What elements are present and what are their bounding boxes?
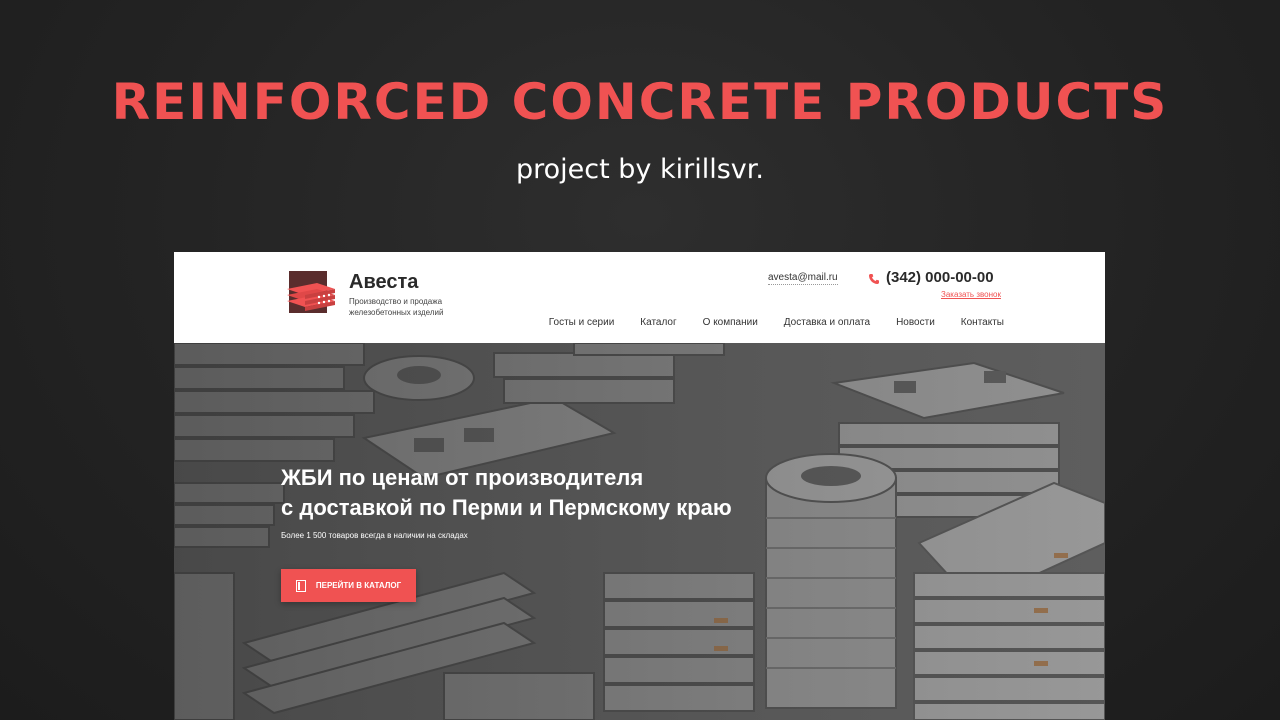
nav-item-contacts[interactable]: Контакты <box>961 317 1004 328</box>
phone-number[interactable]: (342) 000-00-00 <box>886 269 994 286</box>
logo-icon[interactable] <box>287 271 335 315</box>
hero-subtext: Более 1 500 товаров всегда в наличии на … <box>281 531 468 540</box>
logo-name[interactable]: Авеста <box>349 271 418 294</box>
nav-item-catalog[interactable]: Каталог <box>640 317 676 328</box>
website-preview: Авеста Производство и продажа железобето… <box>174 252 1105 720</box>
hero-title: ЖБИ по ценам от производителя с доставко… <box>281 463 881 523</box>
go-to-catalog-label: ПЕРЕЙТИ В КАТАЛОГ <box>315 581 402 590</box>
promo-title: REINFORCED CONCRETE PRODUCTS <box>111 73 1169 131</box>
hero-title-line1: ЖБИ по ценам от производителя <box>281 465 644 490</box>
go-to-catalog-button[interactable]: ПЕРЕЙТИ В КАТАЛОГ <box>281 569 416 602</box>
hero-section: ЖБИ по ценам от производителя с доставко… <box>174 343 1105 720</box>
logo-tagline: Производство и продажа железобетонных из… <box>349 297 444 317</box>
site-header: Авеста Производство и продажа железобето… <box>174 252 1105 343</box>
hero-title-line2: с доставкой по Перми и Пермскому краю <box>281 495 732 520</box>
nav-item-delivery[interactable]: Доставка и оплата <box>784 317 870 328</box>
promo-subtitle: project by kirillsvr. <box>516 154 764 185</box>
catalog-icon <box>295 579 306 592</box>
nav-item-news[interactable]: Новости <box>896 317 935 328</box>
nav-item-standards[interactable]: Госты и серии <box>549 317 615 328</box>
main-nav: Госты и серии Каталог О компании Доставк… <box>549 317 1004 328</box>
phone-icon <box>869 274 879 284</box>
nav-item-about[interactable]: О компании <box>703 317 758 328</box>
email-link[interactable]: avesta@mail.ru <box>768 272 838 285</box>
callback-link[interactable]: Заказать звонок <box>941 290 1001 299</box>
